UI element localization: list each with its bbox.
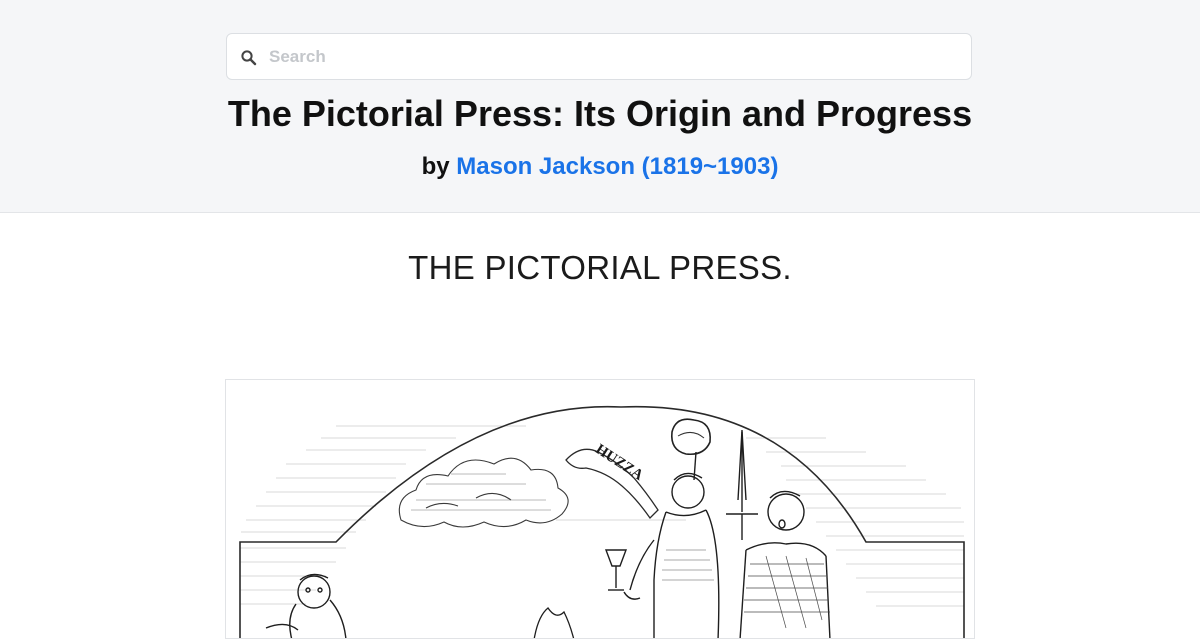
illustration-figure: HUZZA <box>225 379 975 639</box>
search-icon <box>240 49 258 67</box>
byline: by Mason Jackson (1819~1903) <box>0 151 1200 183</box>
book-title: The Pictorial Press: Its Origin and Prog… <box>227 93 973 134</box>
chapter-heading: THE PICTORIAL PRESS. <box>408 249 792 286</box>
search-input[interactable] <box>269 35 959 78</box>
illustration-engraving: HUZZA <box>239 405 965 638</box>
by-label: by <box>421 153 450 180</box>
book-header: The Pictorial Press: Its Origin and Prog… <box>0 0 1200 213</box>
author-link[interactable]: Mason Jackson (1819~1903) <box>456 153 778 180</box>
search-box[interactable] <box>226 33 972 80</box>
